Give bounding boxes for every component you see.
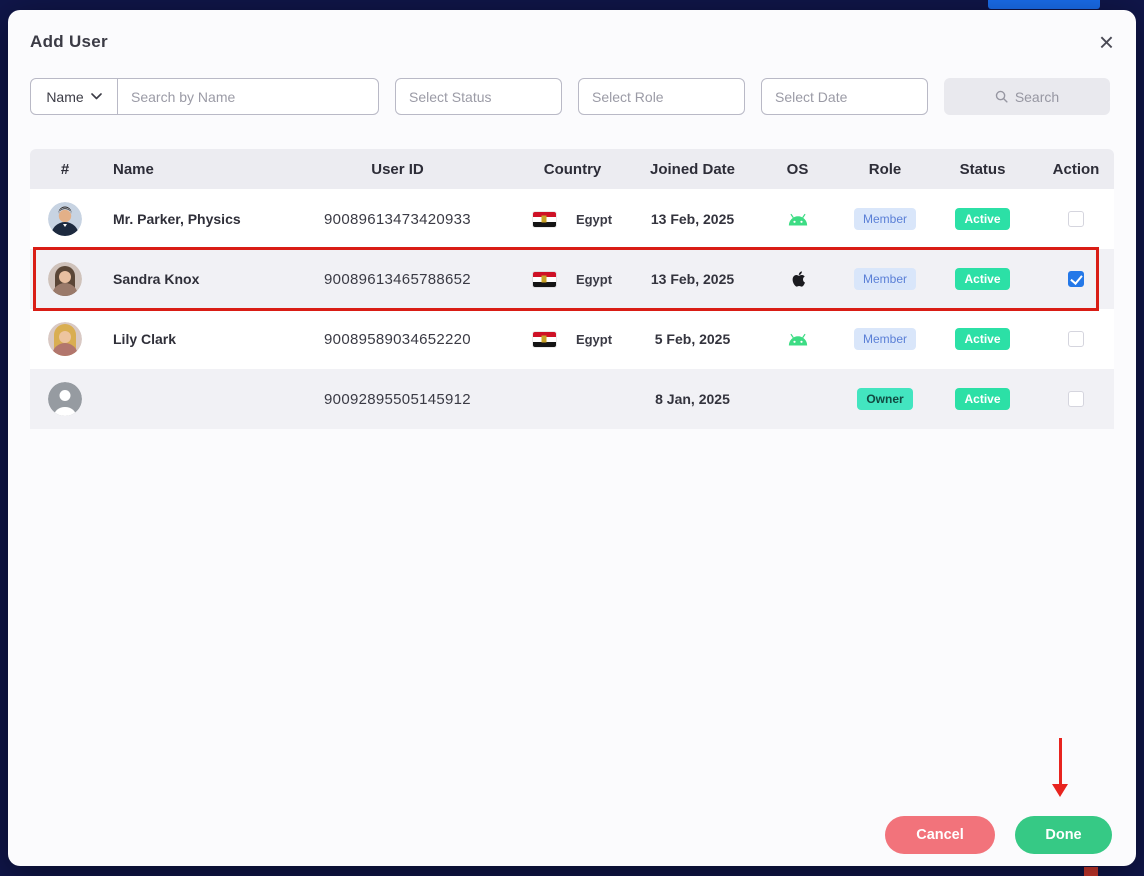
modal-header: Add User × bbox=[8, 10, 1136, 55]
avatar bbox=[48, 202, 82, 236]
status-badge: Active bbox=[955, 328, 1010, 350]
role-filter-input[interactable] bbox=[578, 78, 745, 115]
col-header-status: Status bbox=[959, 160, 1006, 178]
joined-date: 13 Feb, 2025 bbox=[650, 211, 735, 227]
avatar bbox=[48, 322, 82, 356]
android-icon bbox=[788, 333, 807, 345]
table-row: Sandra Knox 90089613465788652 Egypt 13 F… bbox=[30, 247, 1114, 311]
name-filter-dropdown[interactable]: Name bbox=[30, 78, 118, 115]
egypt-flag-icon bbox=[532, 271, 556, 287]
done-button[interactable]: Done bbox=[1015, 816, 1112, 854]
col-header-name: Name bbox=[113, 160, 154, 178]
table-row: Lily Clark 90089589034652220 Egypt 5 Feb… bbox=[30, 309, 1114, 369]
role-badge: Member bbox=[853, 328, 916, 350]
name-filter-label: Name bbox=[46, 88, 84, 105]
country-label: Egypt bbox=[575, 271, 613, 287]
add-user-modal: Add User × Name Search # Name User ID Co… bbox=[8, 10, 1136, 866]
modal-footer: Cancel Done bbox=[885, 816, 1112, 854]
role-badge: Member bbox=[853, 208, 916, 230]
background-app-element bbox=[1084, 867, 1098, 876]
col-header-joined: Joined Date bbox=[649, 160, 736, 178]
user-id: 90092895505145912 bbox=[324, 390, 471, 408]
egypt-flag-icon bbox=[532, 331, 556, 347]
row-checkbox[interactable] bbox=[1068, 211, 1084, 227]
role-badge: Owner bbox=[857, 388, 913, 410]
col-header-userid: User ID bbox=[371, 160, 424, 178]
col-header-country: Country bbox=[543, 160, 602, 178]
status-badge: Active bbox=[955, 268, 1010, 290]
status-badge: Active bbox=[955, 208, 1010, 230]
search-button-label: Search bbox=[1014, 88, 1060, 105]
chevron-down-icon bbox=[90, 93, 102, 100]
col-header-action: Action bbox=[1052, 160, 1100, 178]
egypt-flag-icon bbox=[532, 211, 556, 227]
modal-title: Add User bbox=[30, 32, 108, 51]
user-name: Lily Clark bbox=[113, 331, 177, 347]
user-name: Sandra Knox bbox=[113, 271, 200, 287]
user-name: Mr. Parker, Physics bbox=[113, 211, 241, 227]
country-label: Egypt bbox=[575, 211, 613, 227]
table-header-row: # Name User ID Country Joined Date OS Ro… bbox=[30, 149, 1114, 189]
role-badge: Member bbox=[853, 268, 916, 290]
users-table: # Name User ID Country Joined Date OS Ro… bbox=[30, 149, 1114, 429]
close-icon[interactable]: × bbox=[1099, 29, 1114, 55]
row-checkbox[interactable] bbox=[1068, 331, 1084, 347]
search-input[interactable] bbox=[117, 78, 379, 115]
user-id: 90089613465788652 bbox=[324, 270, 471, 288]
apple-icon bbox=[792, 271, 805, 287]
background-app-button bbox=[988, 0, 1100, 9]
status-filter-input[interactable] bbox=[395, 78, 562, 115]
user-id: 90089613473420933 bbox=[324, 210, 471, 228]
search-icon bbox=[995, 90, 1008, 103]
joined-date: 5 Feb, 2025 bbox=[654, 331, 731, 347]
user-id: 90089589034652220 bbox=[324, 330, 471, 348]
row-checkbox[interactable] bbox=[1068, 391, 1084, 407]
joined-date: 8 Jan, 2025 bbox=[655, 391, 730, 407]
row-checkbox[interactable] bbox=[1068, 271, 1084, 287]
joined-date: 13 Feb, 2025 bbox=[650, 271, 735, 287]
table-row: Mr. Parker, Physics 90089613473420933 Eg… bbox=[30, 189, 1114, 249]
avatar bbox=[48, 262, 82, 296]
date-filter-input[interactable] bbox=[761, 78, 928, 115]
status-badge: Active bbox=[955, 388, 1010, 410]
search-button[interactable]: Search bbox=[944, 78, 1110, 115]
col-header-index: # bbox=[60, 160, 70, 178]
country-label: Egypt bbox=[575, 331, 613, 347]
table-row: 90092895505145912 8 Jan, 2025 Owner Acti… bbox=[30, 369, 1114, 429]
col-header-role: Role bbox=[868, 160, 902, 178]
filter-bar: Name Search bbox=[30, 78, 1114, 115]
avatar-placeholder-icon bbox=[48, 382, 82, 416]
android-icon bbox=[788, 213, 807, 225]
annotation-arrow bbox=[1050, 738, 1070, 800]
cancel-button[interactable]: Cancel bbox=[885, 816, 995, 854]
col-header-os: OS bbox=[786, 160, 809, 178]
